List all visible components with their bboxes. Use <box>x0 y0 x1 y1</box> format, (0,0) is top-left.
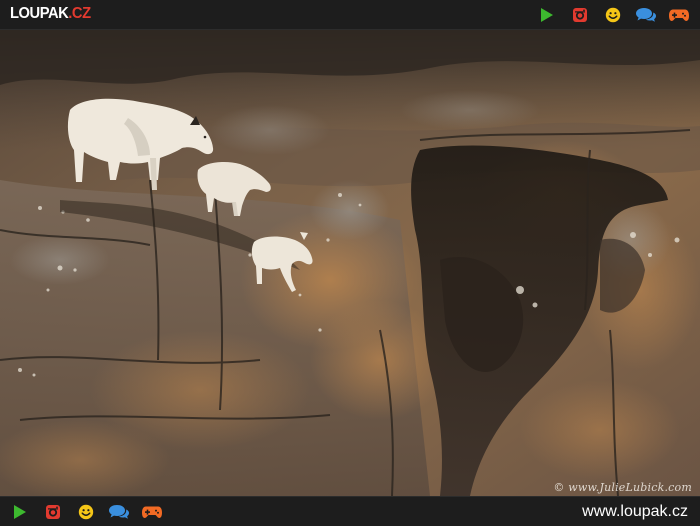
chat-bubbles-icon[interactable] <box>108 502 130 522</box>
top-bar: LOUPAK.CZ <box>0 0 700 30</box>
gamepad-icon[interactable] <box>668 5 690 25</box>
bottom-bar: www.loupak.cz <box>0 496 700 526</box>
play-icon[interactable] <box>9 502 31 522</box>
play-icon[interactable] <box>536 5 558 25</box>
main-photo: © www.JulieLubick.com <box>0 30 700 496</box>
bottom-nav-icons <box>9 502 163 522</box>
logo-tld: .CZ <box>68 5 91 22</box>
top-nav-icons <box>536 5 690 25</box>
instagram-icon[interactable] <box>42 502 64 522</box>
chat-bubbles-icon[interactable] <box>635 5 657 25</box>
gamepad-icon[interactable] <box>141 502 163 522</box>
smiley-icon[interactable] <box>75 502 97 522</box>
instagram-icon[interactable] <box>569 5 591 25</box>
site-url-link[interactable]: www.loupak.cz <box>582 503 688 521</box>
goats-cliff-image <box>0 30 700 496</box>
photo-watermark: © www.JulieLubick.com <box>553 481 692 494</box>
smiley-icon[interactable] <box>602 5 624 25</box>
site-logo[interactable]: LOUPAK.CZ <box>10 5 91 23</box>
logo-name: LOUPAK <box>10 5 69 22</box>
